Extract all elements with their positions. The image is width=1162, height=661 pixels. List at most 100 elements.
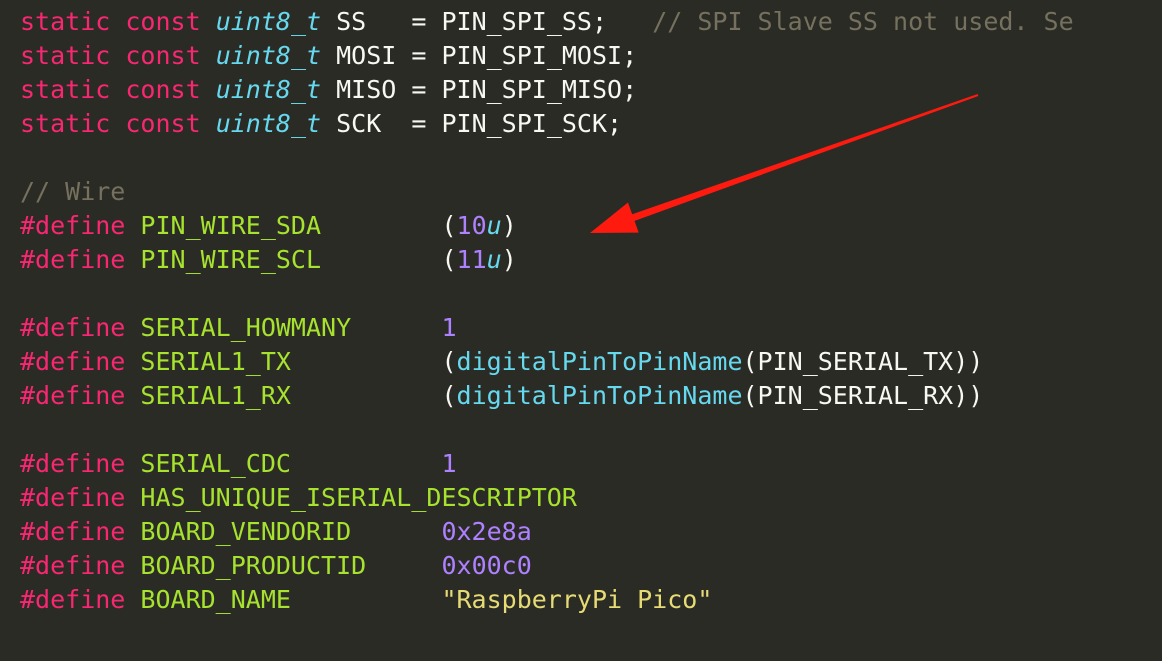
code-token: uint8_t [215, 41, 322, 70]
code-line[interactable]: // Wire [20, 175, 125, 209]
code-token: uint8_t [215, 7, 322, 36]
code-token: u [486, 245, 502, 274]
code-line[interactable]: #define SERIAL_CDC 1 [20, 447, 457, 481]
code-line[interactable] [20, 277, 35, 311]
code-token: ( [441, 245, 457, 274]
code-token: u [486, 211, 502, 240]
code-line[interactable] [20, 141, 35, 175]
code-token: uint8_t [215, 109, 322, 138]
code-token: digitalPinToPinName [456, 381, 743, 410]
code-token: #define [20, 381, 126, 410]
code-token: #define [20, 551, 126, 580]
code-token: HAS_UNIQUE_ISERIAL_DESCRIPTOR [140, 483, 577, 512]
code-token: ) [501, 211, 517, 240]
code-token: MOSI = PIN_SPI_MOSI; [321, 41, 638, 70]
code-token: ( [441, 211, 457, 240]
code-line[interactable]: #define SERIAL1_TX (digitalPinToPinName(… [20, 345, 983, 379]
code-token: #define [20, 245, 126, 274]
code-token: uint8_t [215, 75, 322, 104]
code-token: 0x00c0 [441, 551, 532, 580]
code-token: BOARD_PRODUCTID [140, 551, 367, 580]
code-line[interactable]: static const uint8_t MOSI = PIN_SPI_MOSI… [20, 39, 637, 73]
code-line[interactable]: static const uint8_t SS = PIN_SPI_SS; //… [20, 5, 1074, 39]
code-line[interactable]: #define BOARD_VENDORID 0x2e8a [20, 515, 532, 549]
code-token: SERIAL_CDC [140, 449, 291, 478]
code-line[interactable]: #define HAS_UNIQUE_ISERIAL_DESCRIPTOR [20, 481, 577, 515]
code-token: #define [20, 483, 126, 512]
code-token: 10 [456, 211, 487, 240]
code-token: #define [20, 449, 126, 478]
code-token: #define [20, 585, 126, 614]
code-token: 1 [441, 449, 457, 478]
code-token: #define [20, 313, 126, 342]
code-token: #define [20, 347, 126, 376]
code-token: // Wire [20, 177, 126, 206]
code-token: digitalPinToPinName [456, 347, 743, 376]
code-token: ) [501, 245, 517, 274]
code-line[interactable]: #define BOARD_PRODUCTID 0x00c0 [20, 549, 532, 583]
code-token: ( [441, 381, 457, 410]
code-token: const [125, 7, 201, 36]
code-line[interactable]: static const uint8_t MISO = PIN_SPI_MISO… [20, 73, 637, 107]
code-token: 0x2e8a [441, 517, 532, 546]
code-token: static [20, 7, 111, 36]
code-token: #define [20, 517, 126, 546]
code-token: "RaspberryPi Pico" [441, 585, 713, 614]
code-token: SCK = PIN_SPI_SCK; [321, 109, 623, 138]
code-token: const [125, 41, 201, 70]
code-token: BOARD_VENDORID [140, 517, 352, 546]
code-token: MISO = PIN_SPI_MISO; [321, 75, 638, 104]
code-line[interactable]: #define SERIAL_HOWMANY 1 [20, 311, 457, 345]
code-token: PIN_WIRE_SDA [140, 211, 322, 240]
code-token: const [125, 109, 201, 138]
code-token: 11 [456, 245, 487, 274]
code-line[interactable] [20, 413, 35, 447]
code-line[interactable]: #define PIN_WIRE_SCL (11u) [20, 243, 517, 277]
code-token: static [20, 75, 111, 104]
code-token: (PIN_SERIAL_TX)) [742, 347, 984, 376]
code-text-area[interactable]: static const uint8_t SS = PIN_SPI_SS; //… [0, 0, 1162, 661]
code-token: #define [20, 211, 126, 240]
code-token: // SPI Slave SS not used. Se [607, 7, 1074, 36]
code-token: SERIAL1_TX [140, 347, 291, 376]
code-token: BOARD_NAME [140, 585, 291, 614]
code-token: static [20, 109, 111, 138]
code-token: SS = PIN_SPI_SS; [321, 7, 608, 36]
code-token: const [125, 75, 201, 104]
code-line[interactable]: static const uint8_t SCK = PIN_SPI_SCK; [20, 107, 622, 141]
code-token: 1 [441, 313, 457, 342]
code-line[interactable]: #define PIN_WIRE_SDA (10u) [20, 209, 517, 243]
code-line[interactable]: #define BOARD_NAME "RaspberryPi Pico" [20, 583, 712, 617]
code-token: ( [441, 347, 457, 376]
code-line[interactable]: #define SERIAL1_RX (digitalPinToPinName(… [20, 379, 983, 413]
code-token: PIN_WIRE_SCL [140, 245, 322, 274]
code-token: SERIAL_HOWMANY [140, 313, 352, 342]
code-token: SERIAL1_RX [140, 381, 291, 410]
